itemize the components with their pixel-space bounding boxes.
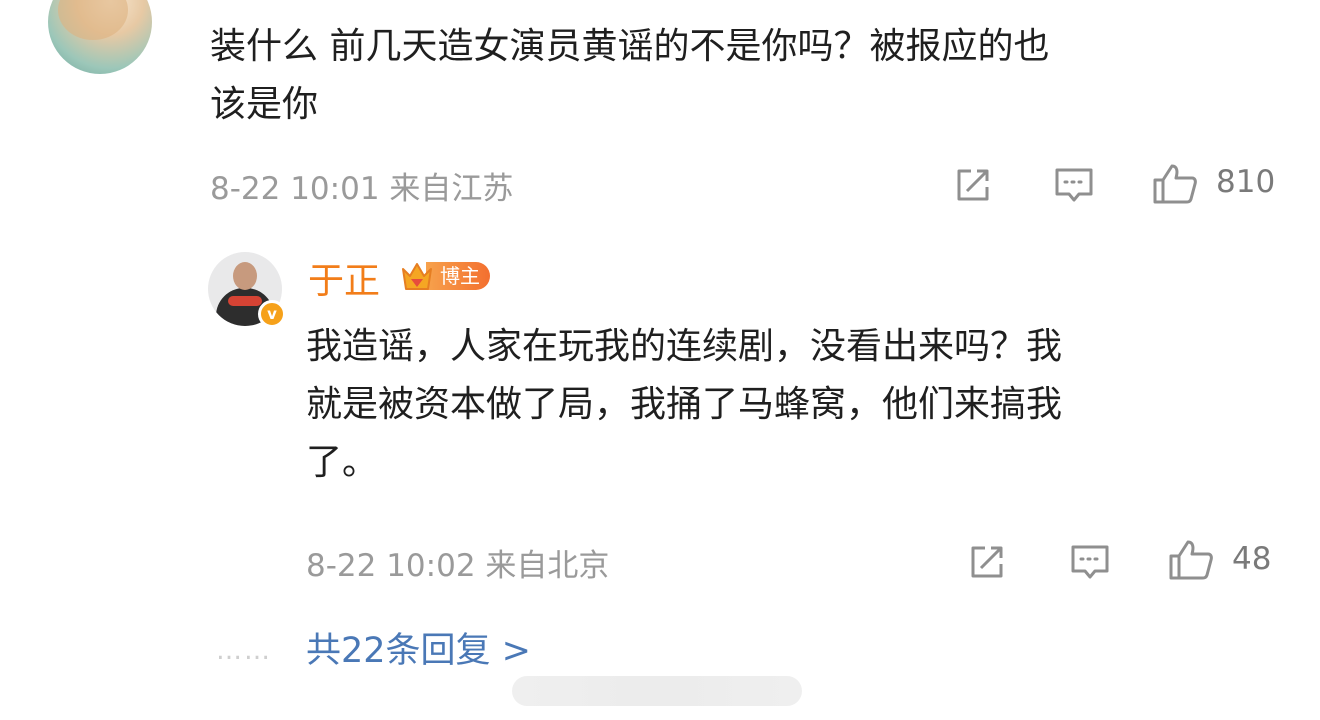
- reply-timestamp: 8-22 10:02: [306, 548, 476, 584]
- more-replies-dots: ……: [216, 636, 272, 666]
- comment-meta: 8-22 10:01 来自江苏: [210, 163, 513, 208]
- comment-location: 来自江苏: [389, 171, 514, 207]
- reply-like-button[interactable]: [1164, 537, 1218, 583]
- avatar-red-object: [228, 296, 262, 306]
- avatar-hair-shape: [58, 0, 128, 40]
- comment-timestamp: 8-22 10:01: [210, 171, 380, 207]
- blurred-watermark: [512, 676, 802, 706]
- verified-badge: v: [258, 300, 286, 328]
- more-replies-link[interactable]: 共22条回复 >: [306, 622, 531, 673]
- comment-like-button[interactable]: [1148, 161, 1202, 207]
- reply-reply-button[interactable]: [1066, 540, 1114, 584]
- thumbs-up-icon: [1153, 164, 1197, 204]
- crown-icon: [398, 257, 436, 295]
- comment-bubble-icon: [1055, 168, 1093, 202]
- blogger-badge: 博主: [398, 257, 490, 295]
- thumbs-up-icon: [1169, 540, 1213, 580]
- reply-like-count: 48: [1232, 541, 1272, 577]
- comment-reply-button[interactable]: [1050, 163, 1098, 207]
- avatar-head-shape: [233, 262, 257, 290]
- share-icon: [957, 169, 989, 201]
- commenter-avatar[interactable]: [48, 0, 152, 74]
- comment-bubble-icon: [1071, 545, 1109, 579]
- reply-username[interactable]: 于正: [308, 252, 380, 304]
- comment-text: 装什么 前几天造女演员黄谣的不是你吗？被报应的也 该是你: [210, 26, 1050, 125]
- reply-share-button[interactable]: [964, 540, 1012, 584]
- reply-text: 我造谣，人家在玩我的连续剧，没看出来吗？我 就是被资本做了局，我捅了马蜂窝，他们…: [306, 326, 1063, 483]
- reply-meta: 8-22 10:02 来自北京: [306, 540, 609, 585]
- reply-location: 来自北京: [485, 548, 610, 584]
- share-icon: [971, 546, 1003, 578]
- comment-like-count: 810: [1216, 164, 1276, 200]
- comment-share-button[interactable]: [950, 163, 998, 207]
